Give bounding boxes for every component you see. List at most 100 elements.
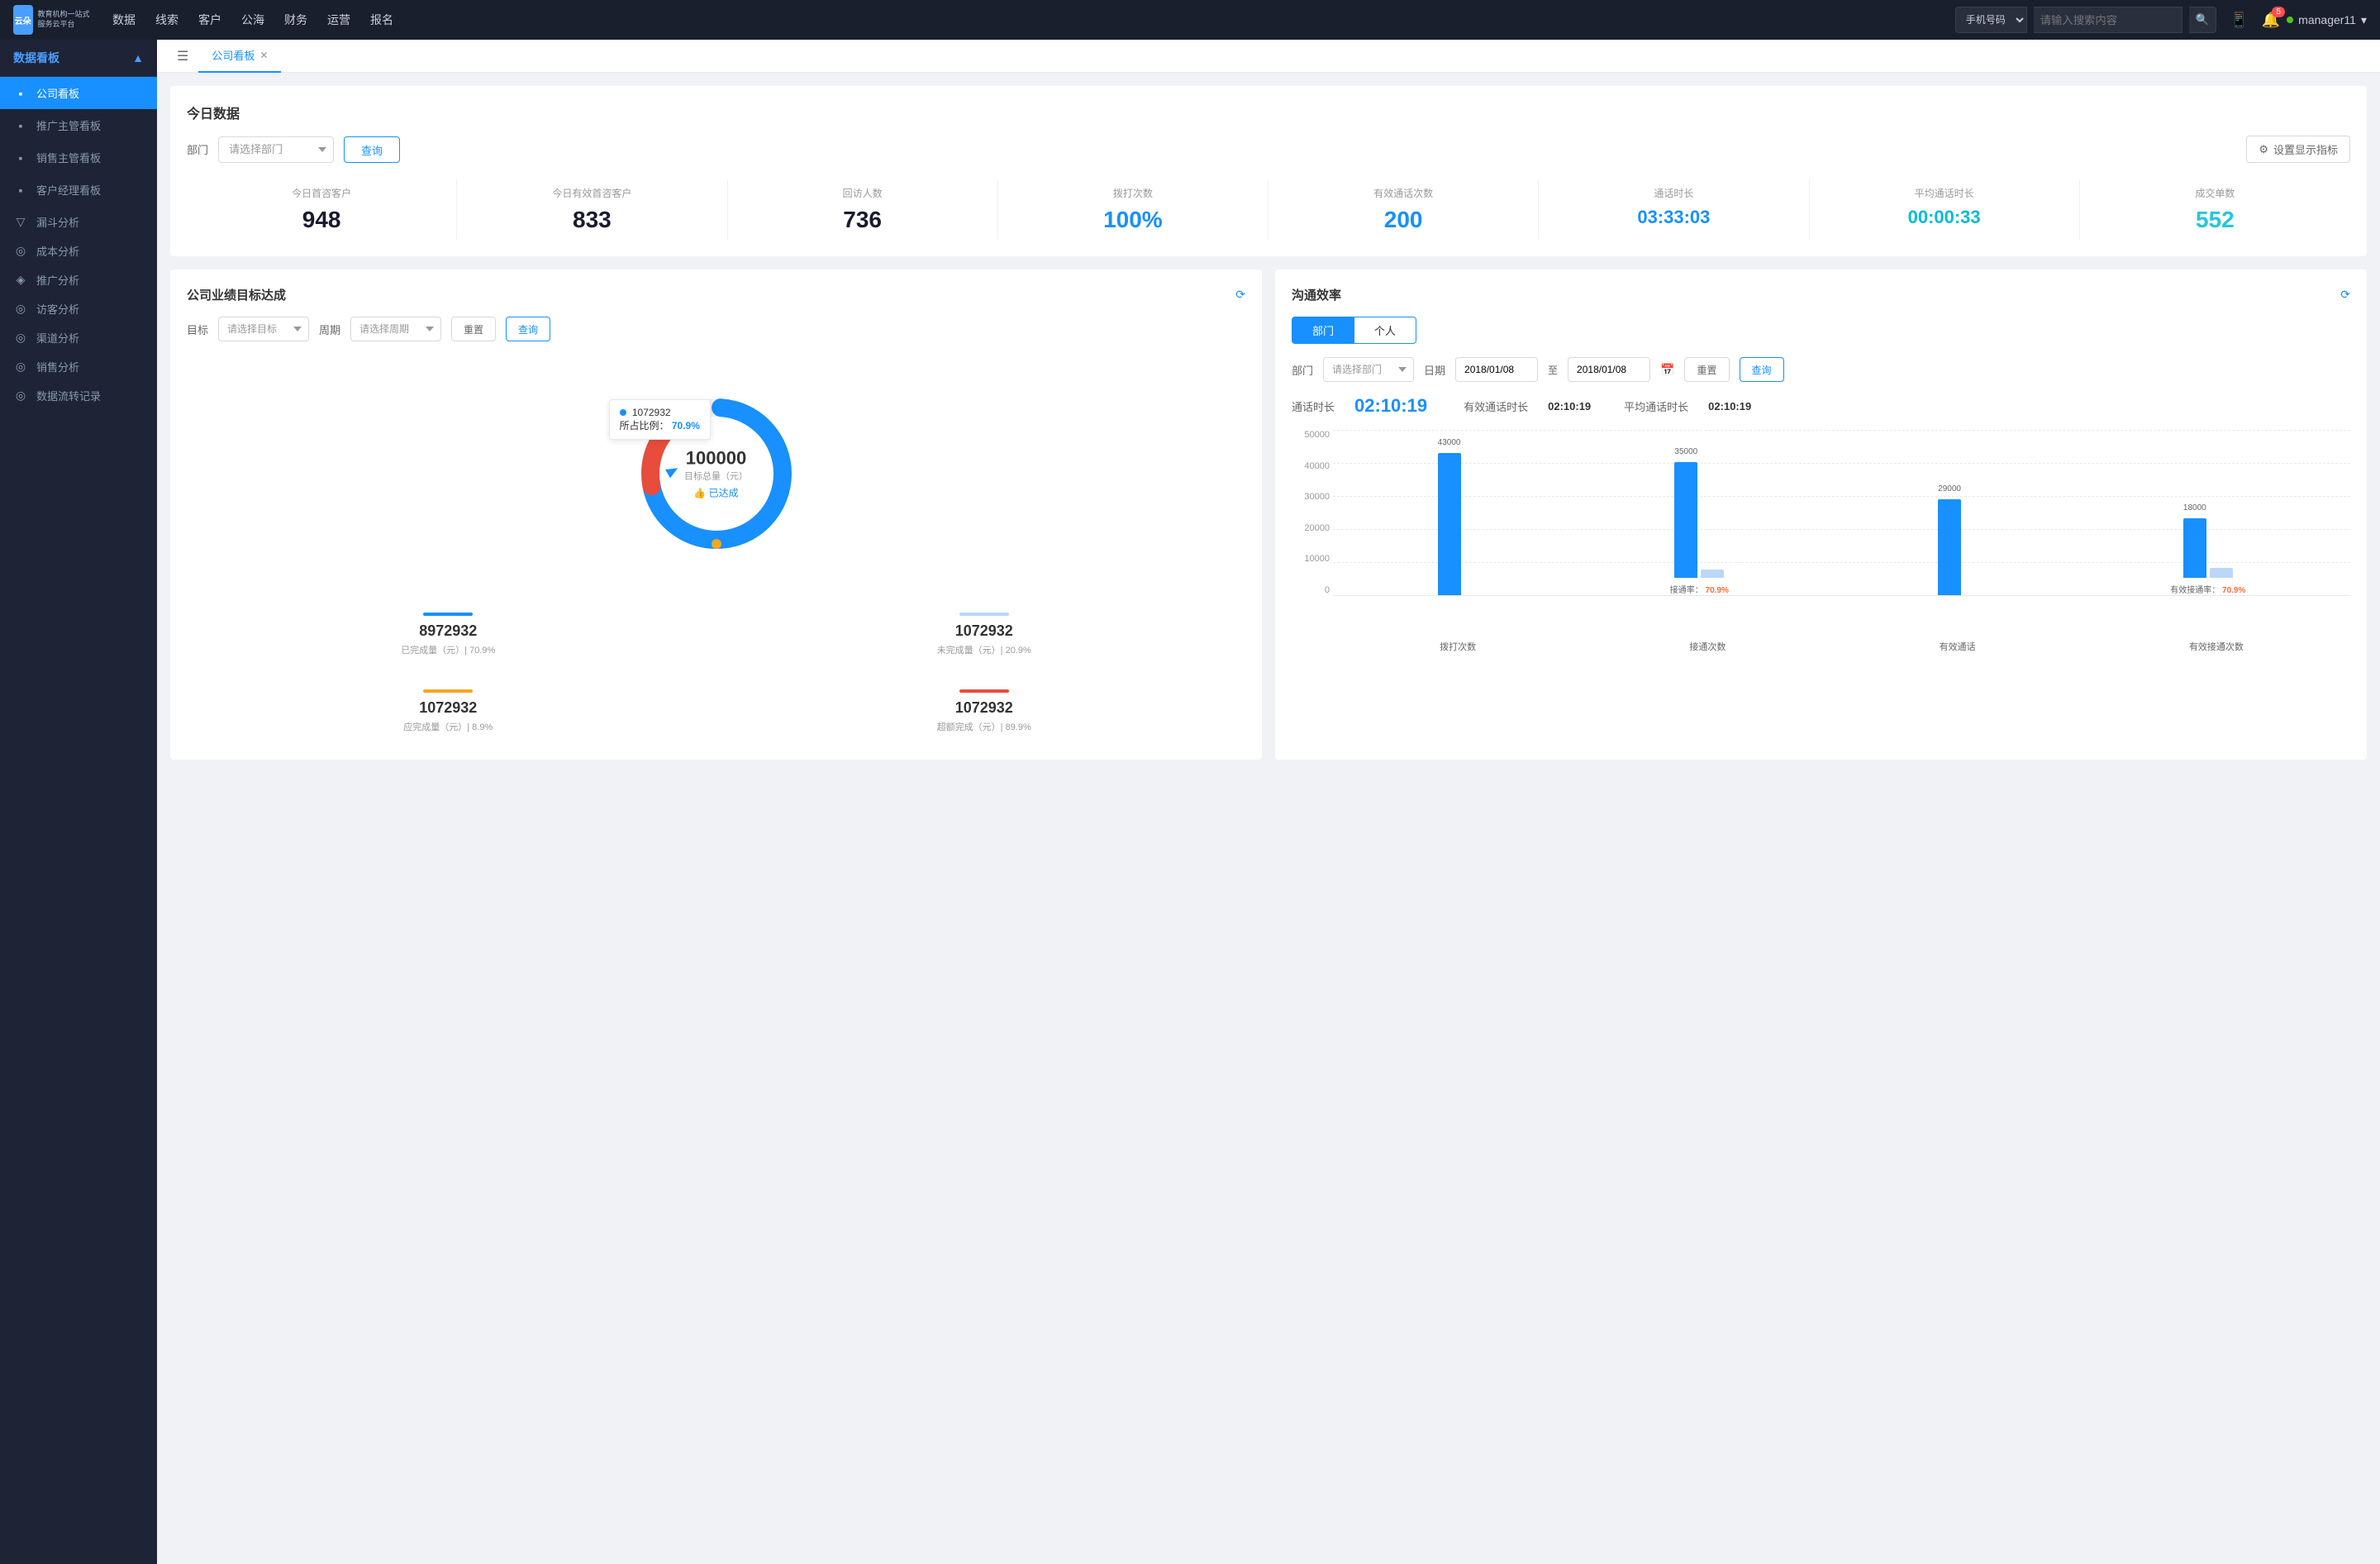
sidebar-group-label-funnel: 漏斗分析 <box>36 214 79 230</box>
nav-leads[interactable]: 线索 <box>155 8 178 31</box>
search-button[interactable]: 🔍 <box>2189 7 2217 33</box>
sidebar-collapse-icon[interactable]: ▲ <box>132 51 144 64</box>
comm-panel-header: 沟通效率 ⟳ <box>1292 286 2350 303</box>
online-indicator <box>2287 17 2293 23</box>
period-select[interactable]: 请选择周期 <box>350 317 441 341</box>
comm-refresh-icon[interactable]: ⟳ <box>2340 288 2350 302</box>
sidebar-group-promo[interactable]: ◈ 推广分析 <box>0 264 157 293</box>
comm-avg-value: 02:10:19 <box>1708 400 1751 412</box>
goal-refresh-icon[interactable]: ⟳ <box>1235 288 1245 302</box>
sidebar-group-cost[interactable]: ◎ 成本分析 <box>0 235 157 264</box>
nav-menu: 数据 线索 客户 公海 财务 运营 报名 <box>96 8 1955 31</box>
comm-query-button[interactable]: 查询 <box>1740 357 1784 382</box>
comm-tab-personal[interactable]: 个人 <box>1354 317 1416 344</box>
sidebar-group-visitor[interactable]: ◎ 访客分析 <box>0 293 157 322</box>
stat-label-3: 拨打次数 <box>1002 186 1264 200</box>
dropdown-arrow: ▾ <box>2361 13 2367 27</box>
mobile-icon[interactable]: 📱 <box>2230 12 2248 29</box>
sidebar: 数据看板 ▲ ▪ 公司看板 ▪ 推广主管看板 ▪ 销售主管看板 ▪ 客户经理看板… <box>0 40 157 1564</box>
x-label-3: 有效接通次数 <box>2189 640 2244 653</box>
x-label-0: 拨打次数 <box>1440 640 1476 653</box>
sidebar-item-account-manager[interactable]: ▪ 客户经理看板 <box>0 174 157 206</box>
nav-data[interactable]: 数据 <box>112 8 136 31</box>
sidebar-item-promo-manager[interactable]: ▪ 推广主管看板 <box>0 109 157 141</box>
notification-badge: 5 <box>2272 7 2285 17</box>
logo: 云朵 教育机构一站式服务云平台 <box>13 5 96 35</box>
sidebar-item-sales-manager[interactable]: ▪ 销售主管看板 <box>0 141 157 174</box>
dept-filter-select[interactable]: 请选择部门 <box>218 136 334 163</box>
bar-connect-main: 35000 <box>1674 462 1697 578</box>
comm-reset-button[interactable]: 重置 <box>1684 357 1729 382</box>
today-stats-grid: 今日首咨客户 948 今日有效首咨客户 833 回访人数 736 拨打次数 10… <box>187 179 2350 240</box>
y-label-5: 0 <box>1292 585 1330 595</box>
stat-revisit: 回访人数 736 <box>728 179 998 240</box>
cost-icon: ◎ <box>13 244 28 258</box>
eff-connect-rate-label: 有效接通率： <box>2170 586 2220 595</box>
notification-icon[interactable]: 🔔 5 <box>2262 12 2280 29</box>
stat-label-7: 成交单数 <box>2083 186 2347 200</box>
y-label-4: 10000 <box>1292 554 1330 564</box>
x-label-1: 接通次数 <box>1689 640 1726 653</box>
tab-bar: ☰ 公司看板 ✕ <box>157 40 2380 73</box>
goal-stat-value-0: 8972932 <box>197 622 700 640</box>
comm-dept-select[interactable]: 请选择部门 <box>1323 357 1414 382</box>
goal-stat-label-1: 未完成量（元）| 20.9% <box>733 643 1236 656</box>
settings-button[interactable]: ⚙ 设置显示指标 <box>2246 136 2350 163</box>
donut-center: 100000 目标总量（元） 👍 已达成 <box>684 448 748 500</box>
search-input[interactable] <box>2034 7 2182 33</box>
stat-value-6: 00:00:33 <box>1813 207 2076 228</box>
nav-signup[interactable]: 报名 <box>370 8 393 31</box>
bar-dial-main: 43000 <box>1438 453 1461 595</box>
stat-label-4: 有效通话次数 <box>1272 186 1535 200</box>
sidebar-group-label-channel: 渠道分析 <box>36 330 79 346</box>
nav-customers[interactable]: 客户 <box>198 8 221 31</box>
tab-close-icon[interactable]: ✕ <box>259 50 268 61</box>
bar-eff-connect-secondary <box>2210 568 2233 578</box>
main-content: ☰ 公司看板 ✕ 今日数据 部门 请选择部门 查询 ⚙ 设置显示指 <box>157 40 2380 1564</box>
sidebar-group-label-sales: 销售分析 <box>36 359 79 374</box>
sidebar-group-sales[interactable]: ◎ 销售分析 <box>0 350 157 379</box>
sidebar-group-channel[interactable]: ◎ 渠道分析 <box>0 322 157 350</box>
comm-date-from[interactable] <box>1455 357 1538 382</box>
settings-icon: ⚙ <box>2259 143 2268 156</box>
today-query-button[interactable]: 查询 <box>344 136 400 163</box>
goal-query-button[interactable]: 查询 <box>506 317 550 341</box>
tab-company-board[interactable]: 公司看板 ✕ <box>198 40 281 73</box>
sidebar-group-flow-log[interactable]: ◎ 数据流转记录 <box>0 379 157 408</box>
sidebar-item-company-board[interactable]: ▪ 公司看板 <box>0 77 157 109</box>
connect-rate-label: 接通率： <box>1670 586 1703 595</box>
stat-value-7: 552 <box>2083 207 2347 233</box>
promo-manager-icon: ▪ <box>13 119 28 132</box>
comm-call-duration-value: 02:10:19 <box>1354 395 1427 417</box>
nav-icons: 📱 🔔 5 <box>2216 12 2280 29</box>
search-type-select[interactable]: 手机号码 <box>1955 7 2027 33</box>
stat-value-3: 100% <box>1002 207 1264 233</box>
nav-open-sea[interactable]: 公海 <box>241 8 264 31</box>
sidebar-group-funnel[interactable]: ▽ 漏斗分析 <box>0 206 157 235</box>
bar-eff-connect-label: 18000 <box>2183 503 2206 513</box>
goal-reset-button[interactable]: 重置 <box>451 317 496 341</box>
comm-panel-title: 沟通效率 <box>1292 286 1341 303</box>
sidebar-group-label-promo: 推广分析 <box>36 272 79 288</box>
hamburger-menu[interactable]: ☰ <box>170 45 195 68</box>
nav-operations[interactable]: 运营 <box>327 8 350 31</box>
user-menu[interactable]: manager11 ▾ <box>2280 13 2367 27</box>
nav-finance[interactable]: 财务 <box>284 8 307 31</box>
donut-tooltip: 1072932 所占比例： 70.9% <box>609 399 711 440</box>
sidebar-item-label: 公司看板 <box>36 85 79 101</box>
comm-effective-value: 02:10:19 <box>1548 400 1591 412</box>
bar-connect-label: 35000 <box>1674 447 1697 456</box>
dept-filter-label: 部门 <box>187 141 208 157</box>
tooltip-value: 1072932 <box>632 407 671 418</box>
comm-tab-dept[interactable]: 部门 <box>1292 317 1354 344</box>
stat-value-5: 03:33:03 <box>1542 207 1805 228</box>
top-navigation: 云朵 教育机构一站式服务云平台 数据 线索 客户 公海 财务 运营 报名 手机号… <box>0 0 2380 40</box>
funnel-icon: ▽ <box>13 215 28 229</box>
stat-avg-duration: 平均通话时长 00:00:33 <box>1810 179 2080 240</box>
comm-date-to[interactable] <box>1568 357 1650 382</box>
sidebar-group-label-visitor: 访客分析 <box>36 301 79 317</box>
calendar-icon[interactable]: 📅 <box>1660 363 1674 377</box>
goal-select[interactable]: 请选择目标 <box>218 317 309 341</box>
comm-panel: 沟通效率 ⟳ 部门 个人 部门 请选择部门 日期 至 <box>1275 269 2367 760</box>
goal-stat-completed: 8972932 已完成量（元）| 70.9% <box>187 603 710 666</box>
